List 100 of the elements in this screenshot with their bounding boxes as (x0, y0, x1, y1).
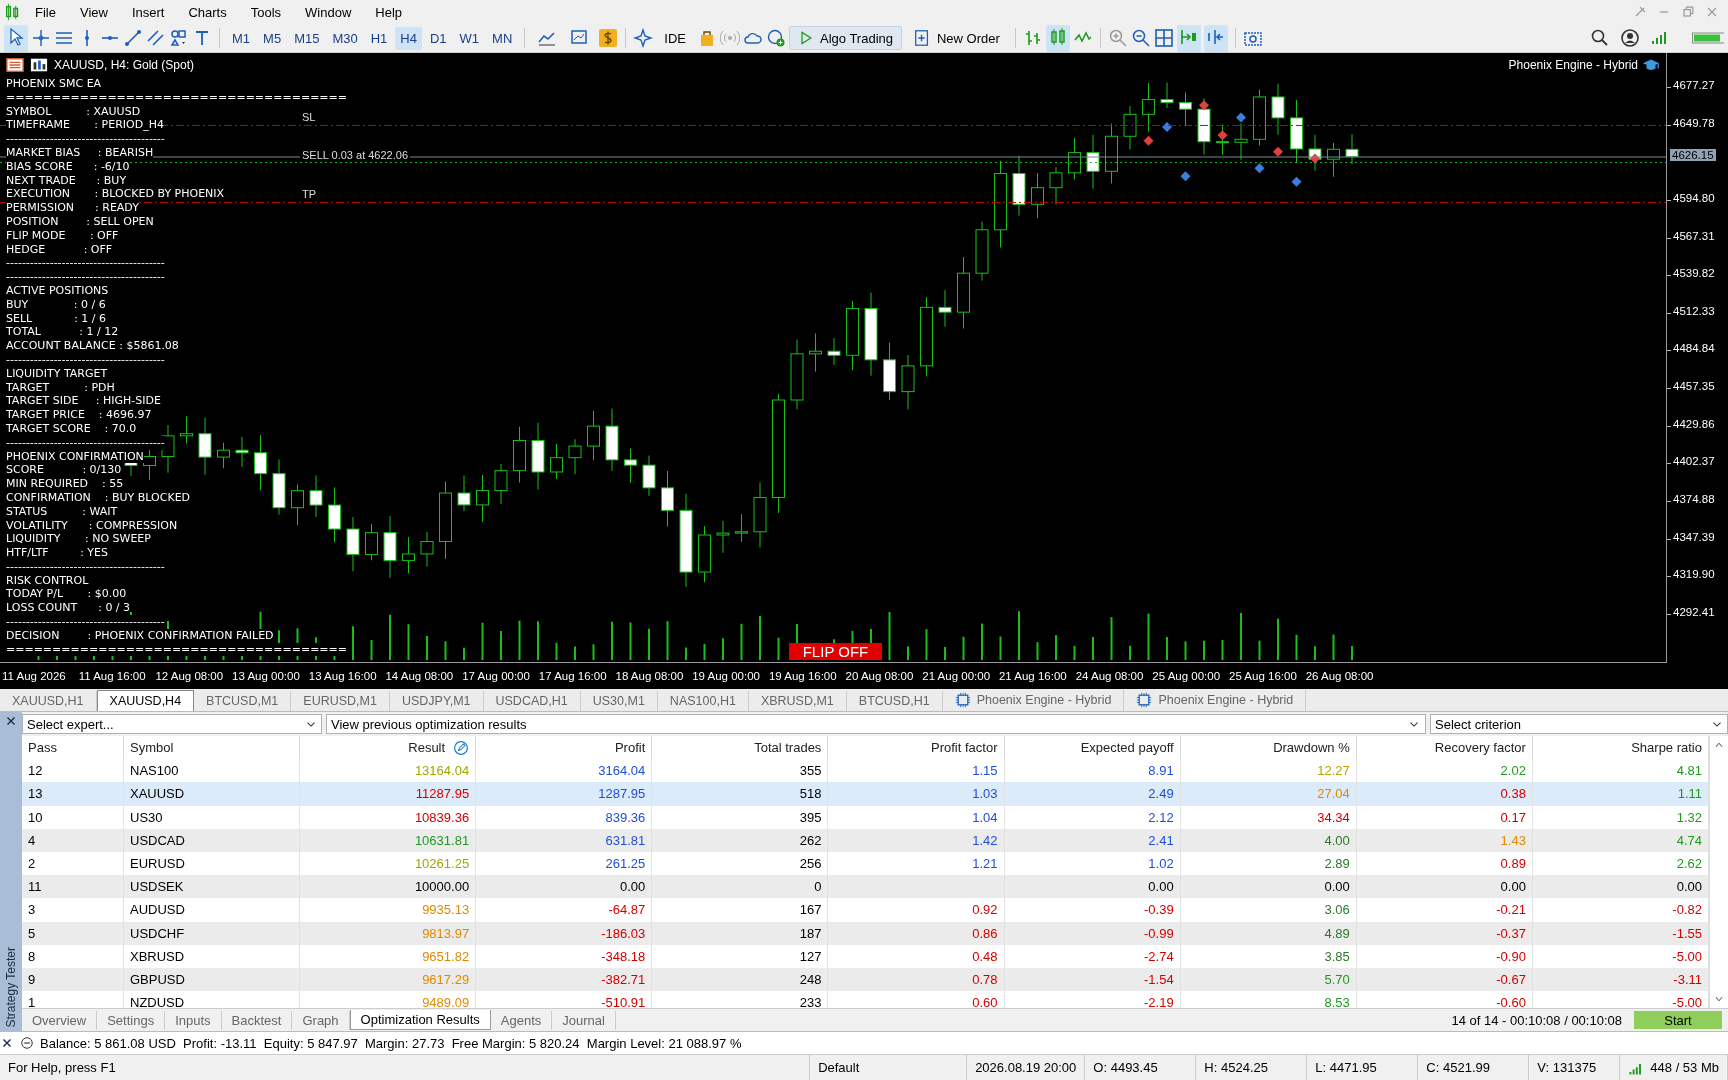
start-button[interactable]: Start (1634, 1011, 1722, 1029)
price-tick: 4402.37 (1673, 455, 1715, 468)
table-cell: 11287.95 (415, 786, 470, 802)
new-order-button[interactable]: New Order (905, 26, 1008, 50)
menu-item[interactable]: Help (364, 2, 414, 22)
table-cell: 2.89 (1324, 856, 1350, 872)
table-cell: 1.02 (1148, 856, 1174, 872)
time-tick: 14 Aug 08:00 (385, 670, 454, 682)
table-cell: 0.00 (1676, 879, 1702, 895)
chart-tab[interactable]: USDJPY,M1 (389, 691, 484, 711)
open-price: O: 4493.45 (1085, 1055, 1197, 1080)
take-profit-label: TP (300, 188, 319, 201)
time-tick: 18 Aug 08:00 (615, 670, 684, 682)
table-cell: -0.82 (1672, 902, 1702, 918)
table-cell: 10839.36 (414, 809, 470, 825)
timeframe-button[interactable]: M15 (289, 26, 325, 50)
table-cell: 12.27 (1317, 763, 1350, 779)
menu-item[interactable]: Window (294, 2, 363, 22)
timeframe-button[interactable]: D1 (424, 26, 452, 50)
criterion-select[interactable]: Select criterion (1430, 714, 1728, 734)
table-cell: USDCAD (124, 828, 300, 852)
time-tick: 20 Aug 08:00 (845, 670, 914, 682)
column-header[interactable]: Sharpe ratio (1532, 736, 1709, 760)
timeframe-button[interactable]: W1 (454, 26, 485, 50)
low-price: L: 4471.95 (1307, 1055, 1419, 1080)
table-cell: 1.43 (1500, 832, 1526, 848)
account-summary: Balance: 5 861.08 USD Profit: -13.11 Equity: 5 847.97 Margin: 27.73 Free Margin: 5 820.24 Margin Level: 21 088.97 % (40, 1035, 742, 1051)
price-tick: 4484.84 (1673, 342, 1715, 355)
column-header[interactable]: Profit factor (828, 736, 1005, 760)
table-cell: 9 (22, 967, 124, 992)
table-cell: 27.04 (1317, 786, 1350, 802)
chart-tab[interactable]: EURUSD,M1 (291, 691, 390, 711)
chart-tab[interactable]: XBRUSD,M1 (748, 691, 847, 711)
high-price: H: 4524.25 (1196, 1055, 1308, 1080)
menu-item[interactable]: Tools (239, 2, 293, 22)
tester-tab[interactable]: Overview (22, 1010, 98, 1030)
chart-tab[interactable]: XAUUSD,H4 (96, 690, 195, 711)
table-cell: 0.38 (1500, 786, 1526, 802)
timeframe-button[interactable]: MN (487, 26, 518, 50)
table-cell: 1.03 (972, 786, 998, 802)
bar-time: 2026.08.19 20:00 (967, 1055, 1086, 1080)
timeframe-button[interactable]: H4 (395, 26, 422, 50)
tester-tab[interactable]: Agents (490, 1010, 553, 1030)
column-header[interactable]: Drawdown % (1180, 736, 1357, 760)
table-cell: 261.25 (605, 856, 646, 872)
tester-tab[interactable]: Journal (552, 1010, 616, 1030)
table-cell: XAUUSD (124, 782, 300, 806)
timeframe-button[interactable]: M30 (327, 26, 363, 50)
table-cell: 631.81 (605, 832, 646, 848)
chart-tab[interactable]: US30,M1 (580, 691, 658, 711)
tester-tab[interactable]: Optimization Results (349, 1010, 491, 1030)
table-cell: USDSEK (124, 875, 300, 899)
time-tick: 13 Aug 00:00 (232, 670, 300, 682)
menu-item[interactable]: File (24, 2, 67, 22)
tester-tab[interactable]: Graph (292, 1010, 350, 1030)
column-header[interactable]: Symbol (124, 736, 300, 760)
column-header[interactable]: Pass (22, 736, 124, 760)
column-header[interactable]: Expected payoff (1004, 736, 1181, 760)
table-cell: 248 (799, 971, 822, 987)
table-cell: 1.42 (972, 832, 998, 848)
results-select[interactable]: View previous optimization results (326, 714, 1426, 734)
timeframe-button[interactable]: M1 (227, 26, 256, 50)
chart-tab[interactable]: Phoenix Engine - Hybrid (942, 689, 1125, 711)
chart-tab[interactable]: USDCAD,H1 (483, 691, 581, 711)
chart-tab[interactable]: BTCUSD,H1 (846, 691, 943, 711)
column-header[interactable]: Profit (476, 736, 653, 760)
timeframe-button[interactable]: H1 (365, 26, 393, 50)
menu-item[interactable]: Charts (177, 2, 238, 22)
timeframe-button[interactable]: M5 (258, 26, 287, 50)
price-tick: 4567.31 (1673, 229, 1715, 242)
algo-trading-button[interactable]: Algo Trading (789, 26, 902, 50)
table-cell: 0.00 (619, 879, 646, 895)
ide-button[interactable]: IDE (656, 27, 694, 49)
table-cell: 3.85 (1324, 948, 1350, 964)
menu-item[interactable]: View (68, 2, 119, 22)
column-header[interactable]: Total trades (652, 736, 829, 760)
time-tick: 19 Aug 00:00 (692, 670, 760, 682)
column-header[interactable]: Result (300, 736, 477, 760)
connection-status: 448 / 53 Mb (1620, 1055, 1728, 1080)
time-tick: 13 Aug 16:00 (308, 670, 377, 682)
time-tick: 24 Aug 08:00 (1075, 670, 1144, 682)
menu-item[interactable]: Insert (120, 2, 176, 22)
table-cell: 3 (22, 898, 124, 922)
expert-select[interactable]: Select expert... (22, 714, 322, 734)
tester-tab[interactable]: Settings (97, 1010, 166, 1030)
column-header[interactable]: Recovery factor (1356, 736, 1533, 760)
table-cell: -5.00 (1672, 948, 1702, 964)
price-tick: 4319.90 (1673, 568, 1715, 581)
table-cell: 8 (22, 944, 124, 968)
chart-tab[interactable]: Phoenix Engine - Hybrid (1124, 689, 1307, 711)
tester-tab[interactable]: Backtest (221, 1010, 293, 1030)
table-cell: 4 (22, 828, 124, 852)
time-tick: 12 Aug 08:00 (155, 670, 224, 682)
chart-tab[interactable]: NAS100,H1 (657, 691, 749, 711)
chart-tab[interactable]: BTCUSD,M1 (194, 691, 292, 711)
table-cell: 13 (22, 782, 124, 806)
chart-tab[interactable]: XAUUSD,H1 (0, 691, 97, 711)
table-cell: 0.00 (1324, 879, 1350, 895)
tester-tab[interactable]: Inputs (165, 1010, 222, 1030)
table-cell: 1.32 (1676, 809, 1702, 825)
